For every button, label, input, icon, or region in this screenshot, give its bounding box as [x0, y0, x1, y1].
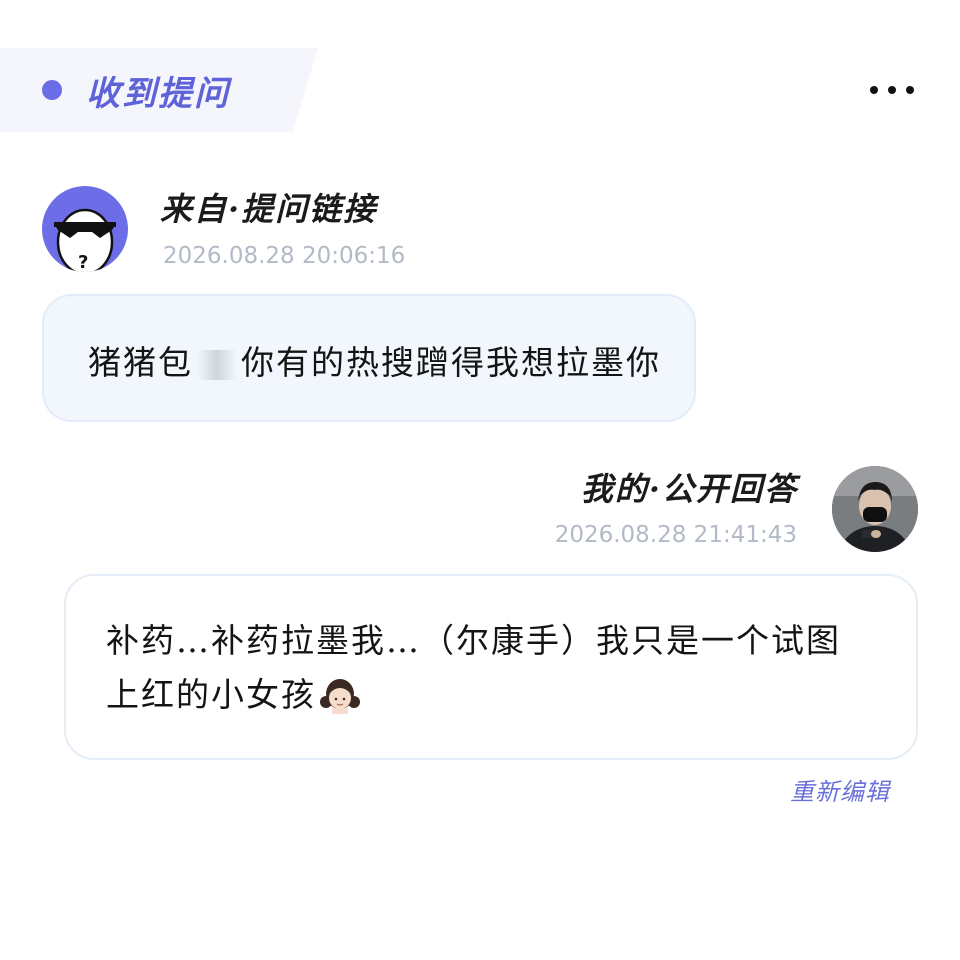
girl-emoji-icon	[320, 679, 360, 714]
answer-text-content: 补药…补药拉墨我…（尔康手）我只是一个试图上红的小女孩	[106, 621, 841, 714]
question-timestamp: 2026.08.28 20:06:16	[163, 243, 406, 269]
answer-timestamp: 2026.08.28 21:41:43	[554, 522, 797, 548]
header-dot	[42, 80, 62, 100]
question-text: 猪猪包 你有的热搜蹭得我想拉墨你	[88, 336, 661, 384]
page-title: 收到提问	[86, 74, 230, 114]
more-dot	[870, 86, 878, 94]
question-text-end: 你有的热搜蹭得我想拉墨你	[241, 343, 661, 382]
answer-label: 我的·公开回答	[580, 470, 798, 508]
answer-text: 补药…补药拉墨我…（尔康手）我只是一个试图上红的小女孩	[106, 614, 866, 722]
user-avatar[interactable]	[832, 466, 918, 552]
svg-text:?: ?	[78, 252, 88, 272]
more-dot	[888, 86, 896, 94]
question-text-start: 猪猪包	[88, 343, 193, 382]
question-answer-card: 收到提问 ? 来自·提问链接 2026.08.28 20:06:16 猪猪包 你有…	[0, 0, 960, 960]
sunglasses-face-icon: ?	[54, 208, 116, 272]
anonymous-avatar[interactable]: ?	[42, 186, 128, 272]
edit-button[interactable]: 重新编辑	[790, 772, 890, 807]
question-source: 来自·提问链接	[160, 190, 378, 228]
user-photo-icon	[832, 466, 918, 552]
redacted-blur	[197, 350, 237, 380]
more-options-icon[interactable]	[870, 78, 914, 102]
more-dot	[906, 86, 914, 94]
